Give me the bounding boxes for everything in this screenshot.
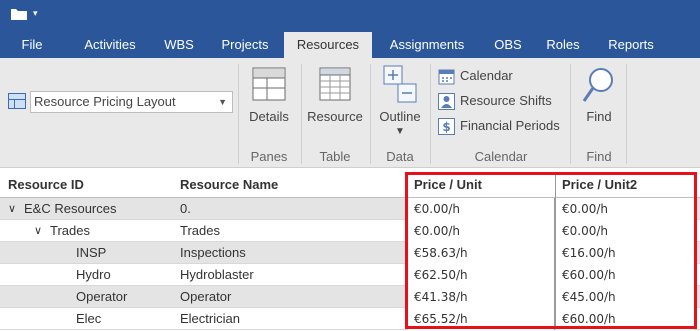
tab-wbs[interactable]: WBS xyxy=(158,32,200,58)
resource-table-button[interactable]: Resource xyxy=(305,64,365,124)
outline-label: Outline xyxy=(379,109,421,124)
resource-name-cell: Inspections xyxy=(180,245,246,260)
ribbon-tabs: File Activities WBS Projects Resources A… xyxy=(0,32,700,58)
resource-name-cell: Electrician xyxy=(180,311,240,326)
divider xyxy=(626,64,627,164)
table-row[interactable]: ∨ E&C Resources 0. €0.00/h €0.00/h xyxy=(0,198,700,220)
resource-id-cell: Hydro xyxy=(76,267,111,282)
resource-label: Resource xyxy=(307,109,363,124)
group-label-data: Data xyxy=(386,149,414,164)
group-label-calendar: Calendar xyxy=(474,149,528,164)
chevron-down-icon: ▼ xyxy=(395,126,405,137)
column-divider xyxy=(555,172,556,329)
resource-name-cell: Hydroblaster xyxy=(180,267,254,282)
layout-select-value: Resource Pricing Layout xyxy=(34,94,176,109)
expand-collapse-icon xyxy=(383,65,417,103)
expand-chevron-icon[interactable]: ∨ xyxy=(8,198,16,220)
details-icon xyxy=(252,67,286,101)
group-label-find: Find xyxy=(586,149,612,164)
price-unit2-cell[interactable]: €0.00/h xyxy=(556,198,694,220)
ribbon: Resource Pricing Layout ▼ Details Panes … xyxy=(0,58,700,168)
group-label-table: Table xyxy=(319,149,351,164)
group-label-panes: Panes xyxy=(250,149,288,164)
price-unit-cell[interactable]: €0.00/h xyxy=(408,220,555,242)
price-unit2-cell[interactable]: €60.00/h xyxy=(556,308,694,330)
tab-file[interactable]: File xyxy=(12,32,52,58)
calendar-label: Calendar xyxy=(460,68,513,83)
tab-activities[interactable]: Activities xyxy=(76,32,144,58)
table-row[interactable]: INSP Inspections €58.63/h €16.00/h xyxy=(0,242,700,264)
outline-button[interactable]: Outline ▼ xyxy=(374,64,426,137)
financial-periods-button[interactable]: $ Financial Periods xyxy=(438,115,560,137)
column-header-price-unit[interactable]: Price / Unit xyxy=(414,172,482,198)
expand-chevron-icon[interactable]: ∨ xyxy=(34,220,42,242)
divider xyxy=(430,64,431,164)
folder-icon[interactable] xyxy=(10,7,28,21)
resource-name-cell: 0. xyxy=(180,201,191,216)
divider xyxy=(301,64,302,164)
price-unit2-cell[interactable]: €0.00/h xyxy=(556,220,694,242)
divider xyxy=(238,64,239,164)
price-unit-cell[interactable]: €0.00/h xyxy=(408,198,555,220)
chevron-down-icon: ▼ xyxy=(218,97,227,107)
divider xyxy=(570,64,571,164)
resource-shifts-label: Resource Shifts xyxy=(460,93,552,108)
details-label: Details xyxy=(249,109,289,124)
price-unit-cell[interactable]: €65.52/h xyxy=(408,308,555,330)
layout-icon xyxy=(8,93,26,109)
dollar-icon: $ xyxy=(438,118,455,135)
tab-roles[interactable]: Roles xyxy=(542,32,584,58)
tab-reports[interactable]: Reports xyxy=(600,32,662,58)
resource-name-cell: Trades xyxy=(180,223,220,238)
table-icon xyxy=(319,67,351,101)
price-unit-cell[interactable]: €58.63/h xyxy=(408,242,555,264)
quick-access-dropdown-icon[interactable]: ▾ xyxy=(33,8,38,18)
find-button[interactable]: Find xyxy=(576,64,622,124)
column-header-resource-name[interactable]: Resource Name xyxy=(180,172,278,198)
tab-obs[interactable]: OBS xyxy=(488,32,528,58)
tab-assignments[interactable]: Assignments xyxy=(383,32,471,58)
financial-periods-label: Financial Periods xyxy=(460,118,560,133)
layout-select[interactable]: Resource Pricing Layout ▼ xyxy=(30,91,233,113)
tab-projects[interactable]: Projects xyxy=(215,32,275,58)
search-icon xyxy=(582,68,613,102)
resource-id-cell: Elec xyxy=(76,311,102,326)
find-label: Find xyxy=(586,109,612,124)
table-row[interactable]: Hydro Hydroblaster €62.50/h €60.00/h xyxy=(0,264,700,286)
column-header-price-unit2[interactable]: Price / Unit2 xyxy=(562,172,637,198)
divider xyxy=(370,64,371,164)
person-icon xyxy=(438,93,455,110)
title-bar: ▾ xyxy=(0,0,700,32)
column-header-resource-id[interactable]: Resource ID xyxy=(8,172,84,198)
calendar-button[interactable]: Calendar xyxy=(438,65,513,87)
tab-resources[interactable]: Resources xyxy=(284,32,372,58)
price-unit-cell[interactable]: €41.38/h xyxy=(408,286,555,308)
table-row[interactable]: Operator Operator €41.38/h €45.00/h xyxy=(0,286,700,308)
resource-id-cell: E&C Resources xyxy=(24,201,117,216)
resource-id-cell: INSP xyxy=(76,245,107,260)
resource-name-cell: Operator xyxy=(180,289,232,304)
price-unit2-cell[interactable]: €16.00/h xyxy=(556,242,694,264)
price-unit2-cell[interactable]: €45.00/h xyxy=(556,286,694,308)
svg-text:$: $ xyxy=(442,120,450,134)
table-row[interactable]: Elec Electrician €65.52/h €60.00/h xyxy=(0,308,700,330)
resource-id-cell: Trades xyxy=(50,223,90,238)
price-unit-cell[interactable]: €62.50/h xyxy=(408,264,555,286)
details-button[interactable]: Details xyxy=(244,64,294,124)
resource-shifts-button[interactable]: Resource Shifts xyxy=(438,90,552,112)
table-row[interactable]: ∨ Trades Trades €0.00/h €0.00/h xyxy=(0,220,700,242)
resource-id-cell: Operator xyxy=(76,289,128,304)
calendar-icon xyxy=(438,69,455,85)
price-unit2-cell[interactable]: €60.00/h xyxy=(556,264,694,286)
